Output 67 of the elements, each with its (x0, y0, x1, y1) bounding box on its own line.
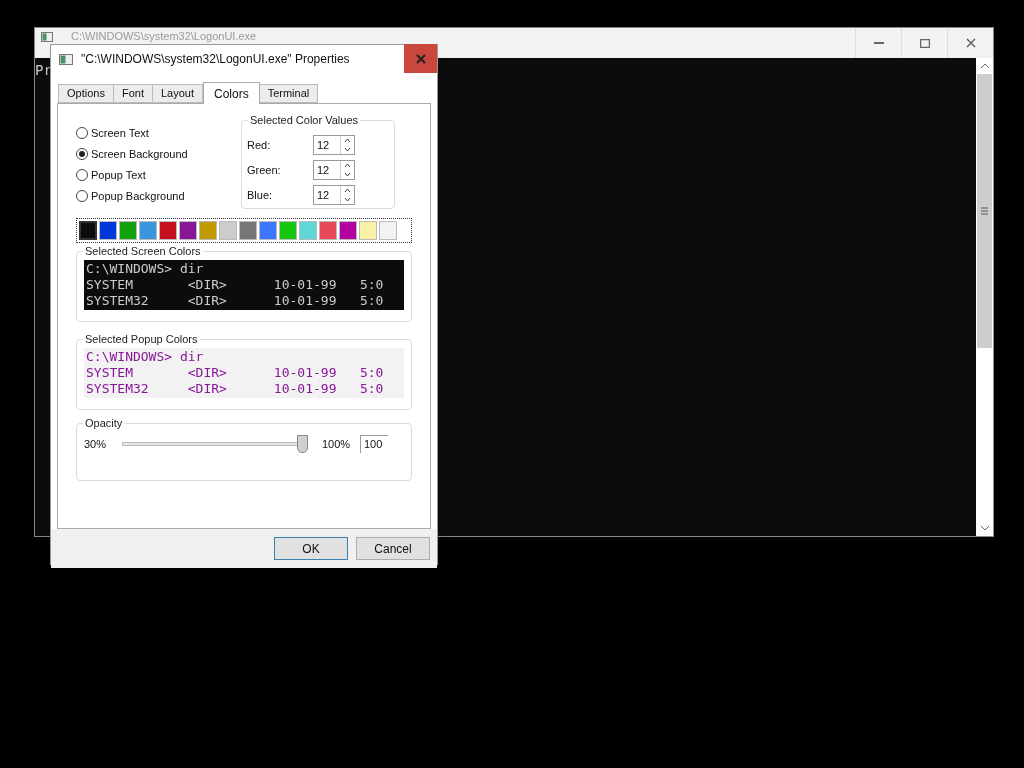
tab[interactable]: Colors (202, 82, 260, 104)
color-swatch[interactable] (139, 221, 157, 240)
console-text: Pr (35, 62, 52, 78)
radio-label: Screen Background (91, 146, 188, 162)
field-label: Red: (247, 137, 272, 153)
radio-button[interactable] (76, 148, 88, 160)
radio-button[interactable] (76, 169, 88, 181)
number-spinner[interactable]: 12 (313, 160, 355, 180)
preview-line: SYSTEM <DIR> 10-01-99 5:0 (86, 277, 384, 293)
tab[interactable]: Font (112, 84, 153, 103)
opacity-field[interactable]: 100 (360, 435, 388, 453)
slider-track[interactable] (122, 435, 308, 453)
group-title: Opacity (83, 416, 125, 430)
preview-line: C:\WINDOWS> dir (86, 349, 204, 365)
group-title: Selected Screen Colors (83, 244, 203, 258)
app-icon (59, 53, 73, 65)
color-swatch[interactable] (119, 221, 137, 240)
console-title: C:\WINDOWS\system32\LogonUI.exe (71, 30, 257, 42)
group-title: Selected Color Values (248, 113, 361, 127)
color-swatch[interactable] (79, 221, 97, 240)
dialog-title: "C:\WINDOWS\system32\LogonUI.exe" Properties (81, 51, 350, 68)
radio-label: Screen Text (91, 125, 149, 141)
color-swatch[interactable] (159, 221, 177, 240)
color-swatch[interactable] (259, 221, 277, 240)
dialog-button[interactable]: OK (274, 537, 348, 560)
number-spinner[interactable]: 12 (313, 185, 355, 205)
max-label: 100% (322, 436, 352, 452)
color-swatch[interactable] (219, 221, 237, 240)
maximize-icon (919, 38, 930, 48)
number-spinner[interactable]: 12 (313, 135, 355, 155)
radio-button[interactable] (76, 127, 88, 139)
close-icon (415, 53, 426, 64)
dialog-button[interactable]: Cancel (356, 537, 430, 560)
radio-button[interactable] (76, 190, 88, 202)
field-label: Blue: (247, 187, 274, 203)
close-icon (965, 38, 976, 48)
scroll-thumb[interactable] (977, 74, 992, 348)
color-swatch[interactable] (199, 221, 217, 240)
field-label: Green: (247, 162, 282, 178)
color-swatch[interactable] (179, 221, 197, 240)
scroll-down-icon[interactable] (979, 523, 990, 533)
color-swatch[interactable] (239, 221, 257, 240)
color-swatch[interactable] (359, 221, 377, 240)
group-title: Selected Popup Colors (83, 332, 200, 346)
console-app-icon (41, 32, 53, 42)
scroll-up-icon[interactable] (979, 61, 990, 71)
color-swatch[interactable] (279, 221, 297, 240)
radio-label: Popup Background (91, 188, 185, 204)
grip-icon (981, 207, 988, 215)
close-button[interactable] (404, 44, 437, 73)
color-swatch[interactable] (379, 221, 397, 240)
color-swatch[interactable] (339, 221, 357, 240)
tab[interactable]: Options (58, 84, 114, 103)
color-swatch[interactable] (99, 221, 117, 240)
scrollbar[interactable] (976, 58, 993, 536)
tab[interactable]: Layout (151, 84, 203, 103)
minimize-icon (873, 42, 884, 44)
preview-line: C:\WINDOWS> dir (86, 261, 204, 277)
tab[interactable]: Terminal (258, 84, 319, 103)
color-swatch[interactable] (319, 221, 337, 240)
color-swatch[interactable] (299, 221, 317, 240)
preview-line: SYSTEM32 <DIR> 10-01-99 5:0 (86, 293, 384, 309)
radio-label: Popup Text (91, 167, 146, 183)
min-label: 30% (84, 436, 108, 452)
slider-thumb[interactable] (297, 435, 308, 453)
preview-line: SYSTEM <DIR> 10-01-99 5:0 (86, 365, 384, 381)
preview-line: SYSTEM32 <DIR> 10-01-99 5:0 (86, 381, 384, 397)
